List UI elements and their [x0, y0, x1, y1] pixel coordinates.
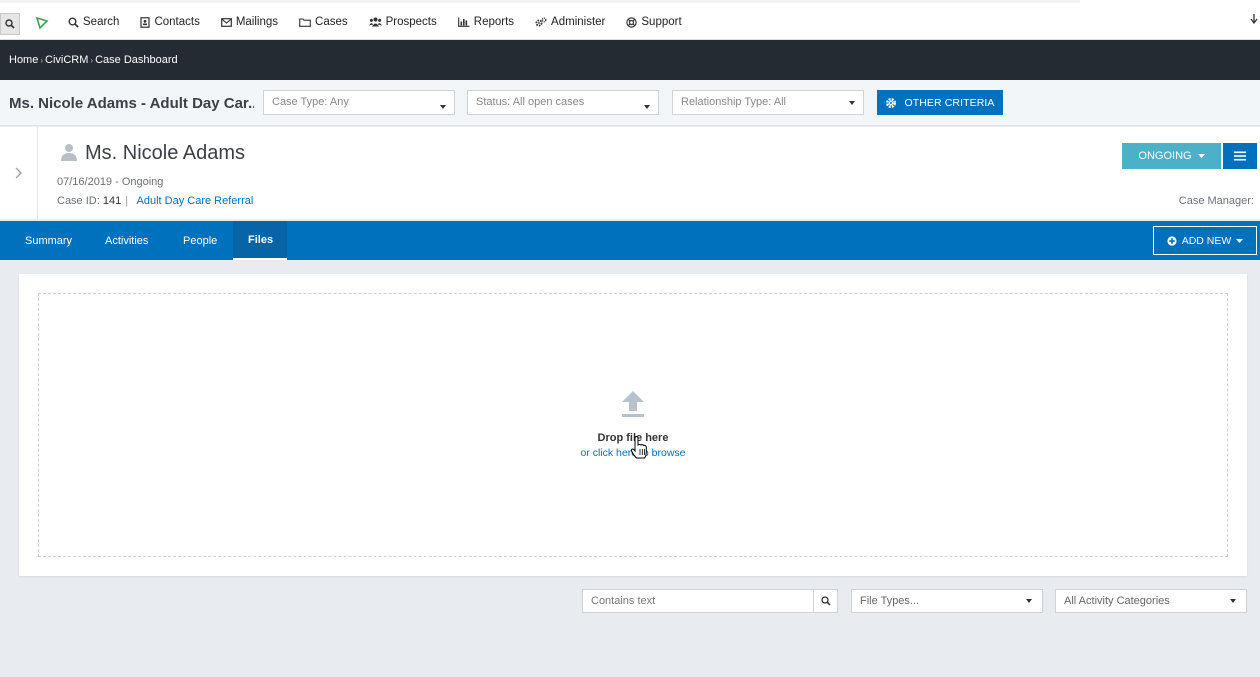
- chevron-right-icon: [15, 167, 22, 179]
- add-new-button[interactable]: ADD NEW: [1153, 226, 1257, 255]
- menu-administer[interactable]: Administer: [535, 16, 605, 28]
- person-icon: [61, 144, 77, 161]
- menu-label: Support: [641, 16, 682, 28]
- case-id-value: 141: [102, 195, 122, 207]
- status-value: Status: All open cases: [476, 96, 585, 108]
- caret-down-icon: [1236, 238, 1244, 243]
- gears-icon: [535, 17, 547, 26]
- menu-support[interactable]: Support: [626, 16, 682, 28]
- civicrm-logo-icon[interactable]: [35, 16, 49, 30]
- case-id-label: Case ID:: [57, 195, 100, 207]
- menu-label: Prospects: [385, 16, 437, 28]
- contains-search-button[interactable]: [813, 590, 837, 612]
- breadcrumb-separator: ›: [90, 55, 94, 65]
- browser-strip: [0, 0, 1080, 3]
- case-header: Ms. Nicole Adams 07/16/2019 - Ongoing Ca…: [0, 127, 1260, 219]
- menu-label: Cases: [315, 16, 348, 28]
- menu-cases[interactable]: Cases: [299, 16, 348, 28]
- hamburger-icon: [1234, 151, 1246, 161]
- relationship-type-select[interactable]: Relationship Type: All: [672, 90, 864, 115]
- tab-summary[interactable]: Summary: [12, 221, 85, 260]
- case-tabs-bar: Summary Activities People Files ADD NEW: [0, 221, 1260, 260]
- caret-down-icon: [440, 105, 446, 109]
- life-ring-icon: [626, 16, 638, 28]
- caret-down-icon: [1230, 599, 1236, 603]
- case-type-link[interactable]: Adult Day Care Referral: [137, 195, 254, 207]
- contains-text-search: [582, 589, 838, 613]
- menu-toggle-arrow-icon[interactable]: [1250, 14, 1258, 27]
- divider: |: [125, 195, 129, 207]
- envelope-icon: [220, 17, 232, 27]
- menu-label: Contacts: [154, 16, 200, 28]
- sidebar-toggle[interactable]: [0, 127, 38, 219]
- status-select[interactable]: Status: All open cases: [467, 90, 659, 115]
- case-type-select[interactable]: Case Type: Any: [263, 90, 455, 115]
- menu-label: Search: [83, 16, 120, 28]
- address-book-icon: [140, 16, 151, 28]
- menu-search[interactable]: Search: [68, 16, 119, 28]
- menu-label: Reports: [473, 16, 515, 28]
- other-criteria-button[interactable]: OTHER CRITERIA: [877, 90, 1003, 115]
- activity-categories-value: All Activity Categories: [1064, 595, 1170, 607]
- top-menu-bar: Search Contacts Mailings Cases Prospects…: [0, 0, 1260, 40]
- arrow-down-icon: [1250, 14, 1258, 25]
- case-title: Ms. Nicole Adams - Adult Day Car...: [9, 95, 254, 112]
- search-icon: [68, 17, 79, 28]
- case-filter-bar: Ms. Nicole Adams - Adult Day Car... Case…: [0, 80, 1260, 126]
- other-criteria-label: OTHER CRITERIA: [904, 96, 995, 109]
- menu-reports[interactable]: Reports: [457, 16, 515, 28]
- breadcrumb-home[interactable]: Home: [9, 54, 38, 66]
- case-id-line: Case ID: 141 | Adult Day Care Referral: [57, 195, 253, 207]
- menu-contacts[interactable]: Contacts: [140, 16, 200, 28]
- menu-label: Administer: [551, 16, 606, 28]
- breadcrumb-civicrm[interactable]: CiviCRM: [45, 54, 88, 66]
- tab-activities[interactable]: Activities: [92, 221, 161, 260]
- client-name[interactable]: Ms. Nicole Adams: [85, 142, 245, 165]
- file-types-value: File Types...: [860, 595, 920, 607]
- breadcrumb-separator: ›: [40, 55, 44, 65]
- file-dropzone[interactable]: Drop file here or click here to browse: [38, 293, 1228, 557]
- breadcrumb: Home › CiviCRM › Case Dashboard: [0, 40, 1260, 80]
- add-new-label: ADD NEW: [1181, 234, 1232, 247]
- case-actions-menu-button[interactable]: [1223, 143, 1257, 169]
- files-panel: Drop file here or click here to browse: [19, 274, 1247, 576]
- relationship-type-value: Relationship Type: All: [681, 96, 786, 108]
- folder-icon: [299, 17, 311, 27]
- caret-down-icon: [644, 105, 650, 109]
- tab-people[interactable]: People: [170, 221, 230, 260]
- menu-prospects[interactable]: Prospects: [368, 16, 437, 28]
- case-date-status: 07/16/2019 - Ongoing: [57, 176, 164, 188]
- breadcrumb-case-dashboard[interactable]: Case Dashboard: [95, 54, 178, 66]
- caret-down-icon: [1026, 599, 1032, 603]
- menu-label: Mailings: [235, 16, 279, 28]
- caret-down-icon: [1197, 154, 1205, 158]
- quick-search-button[interactable]: [0, 13, 20, 35]
- activity-categories-select[interactable]: All Activity Categories: [1055, 589, 1247, 613]
- case-status-button[interactable]: ONGOING: [1122, 143, 1221, 169]
- bar-chart-icon: [457, 17, 470, 27]
- case-type-value: Case Type: Any: [272, 96, 349, 108]
- users-icon: [368, 17, 382, 27]
- case-status-label: ONGOING: [1138, 150, 1192, 162]
- contains-text-input[interactable]: [583, 590, 815, 612]
- hand-cursor-icon: [630, 436, 647, 459]
- case-manager-label: Case Manager:: [1178, 195, 1254, 207]
- caret-down-icon: [849, 101, 855, 105]
- menu-mailings[interactable]: Mailings: [220, 16, 279, 28]
- main-menu: Search Contacts Mailings Cases Prospects…: [68, 16, 703, 28]
- search-icon: [820, 596, 831, 606]
- search-icon: [5, 19, 15, 29]
- gear-icon: [886, 97, 897, 108]
- tab-files[interactable]: Files: [233, 221, 287, 260]
- plus-circle-icon: [1167, 235, 1177, 246]
- upload-icon: [622, 391, 644, 417]
- file-types-select[interactable]: File Types...: [851, 589, 1043, 613]
